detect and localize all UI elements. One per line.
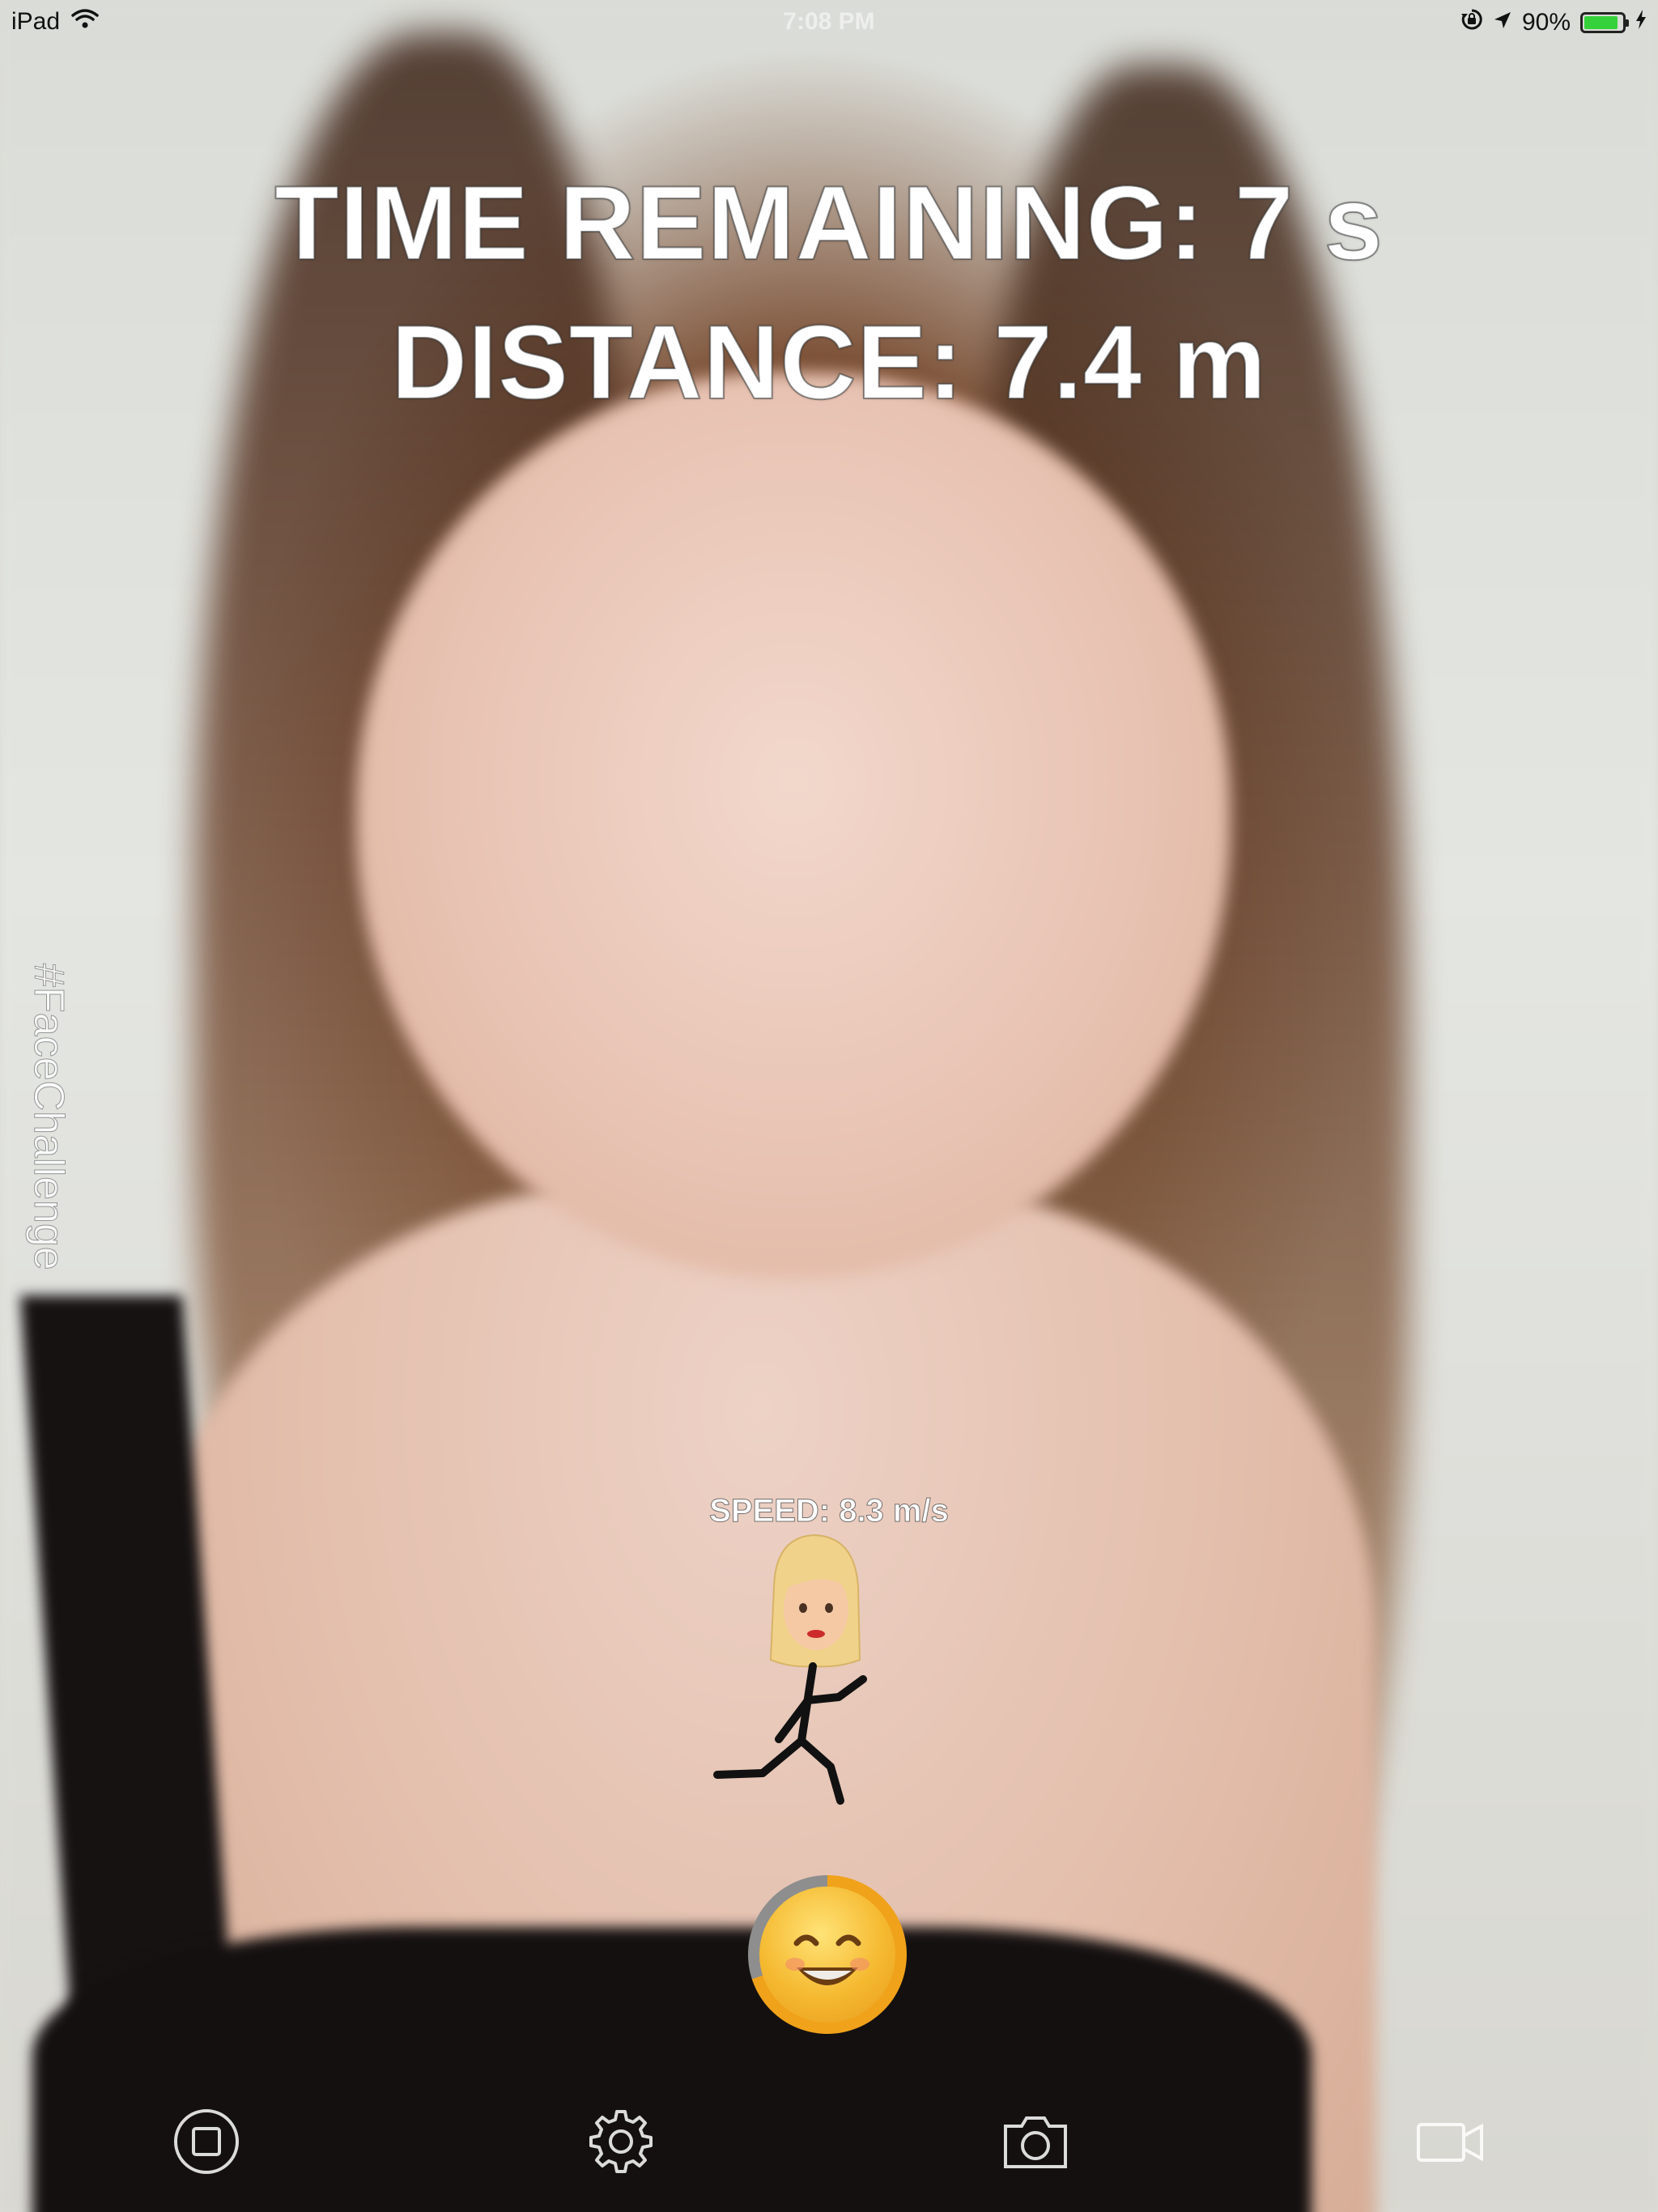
bottom-toolbar [0,2082,1658,2212]
rotation-lock-icon [1460,8,1483,37]
blonde-woman-emoji-icon [769,1534,861,1668]
video-button[interactable] [1405,2099,1494,2188]
status-time: 7:08 PM [783,8,875,35]
stop-button[interactable] [162,2099,251,2188]
time-remaining-label: TIME REMAINING: 7 s [274,163,1384,283]
stick-figure-body [713,1662,867,1805]
speed-label: SPEED: 8.3 m/s [709,1493,950,1529]
battery-icon [1580,12,1629,33]
charging-bolt-icon [1635,9,1647,36]
status-bar: iPad 7:08 PM 90% [0,0,1658,45]
smiling-face-icon [759,1887,895,2023]
battery-fill [1584,16,1618,29]
battery-percent: 90% [1521,9,1571,36]
gear-icon [585,2105,657,2182]
camera-feed-face [356,372,1231,1279]
video-camera-icon [1414,2105,1486,2182]
runner-character [701,1530,912,1854]
game-screen: iPad 7:08 PM 90% TIME REMAINING: 7 s DIS… [0,0,1658,2212]
smile-meter-button[interactable] [748,1875,907,2034]
location-arrow-icon [1493,9,1512,36]
hashtag-label: #FaceChallenge [25,963,73,1271]
distance-label: DISTANCE: 7.4 m [390,302,1267,422]
settings-button[interactable] [576,2099,665,2188]
camera-icon [999,2105,1072,2182]
photo-button[interactable] [991,2099,1080,2188]
status-right: 90% [1460,8,1647,37]
stop-icon [170,2105,243,2182]
